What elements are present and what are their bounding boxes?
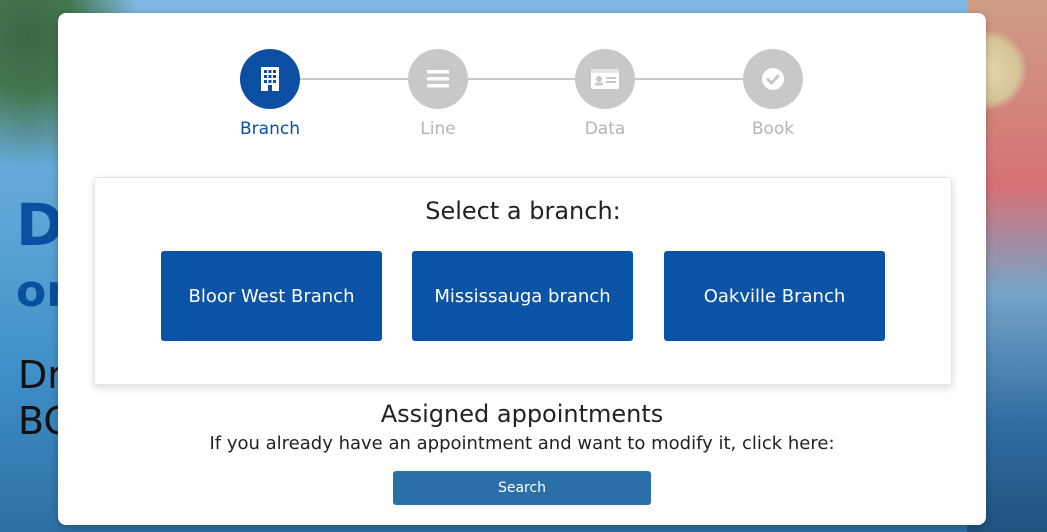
step-branch-label: Branch bbox=[240, 119, 300, 139]
step-book[interactable]: Book bbox=[713, 49, 833, 139]
search-appointment-button[interactable]: Search bbox=[393, 471, 651, 505]
step-line-circle[interactable] bbox=[408, 49, 468, 109]
branch-button-bloor-west[interactable]: Bloor West Branch bbox=[161, 251, 382, 341]
step-book-circle[interactable] bbox=[743, 49, 803, 109]
step-book-label: Book bbox=[751, 119, 795, 139]
id-card-icon bbox=[591, 69, 619, 89]
step-line-label: Line bbox=[420, 119, 456, 139]
step-branch-circle[interactable] bbox=[240, 49, 300, 109]
stepper: Branch Line Data Book bbox=[58, 49, 986, 159]
step-data-label: Data bbox=[584, 119, 626, 139]
list-icon bbox=[427, 70, 449, 88]
step-line[interactable]: Line bbox=[378, 49, 498, 139]
branch-button-oakville[interactable]: Oakville Branch bbox=[664, 251, 885, 341]
branch-panel-title: Select a branch: bbox=[425, 197, 621, 225]
step-branch[interactable]: Branch bbox=[210, 49, 330, 139]
branch-selection-panel: Select a branch: Bloor West Branch Missi… bbox=[94, 177, 952, 385]
check-circle-icon bbox=[761, 67, 785, 91]
building-icon bbox=[259, 66, 281, 92]
assigned-appointments-subtitle: If you already have an appointment and w… bbox=[209, 433, 835, 454]
appointment-modal: Branch Line Data Book Select a branch: B… bbox=[58, 13, 986, 525]
step-data-circle[interactable] bbox=[575, 49, 635, 109]
assigned-appointments-title: Assigned appointments bbox=[380, 400, 664, 428]
branch-button-mississauga[interactable]: Mississauga branch bbox=[412, 251, 633, 341]
step-data[interactable]: Data bbox=[545, 49, 665, 139]
